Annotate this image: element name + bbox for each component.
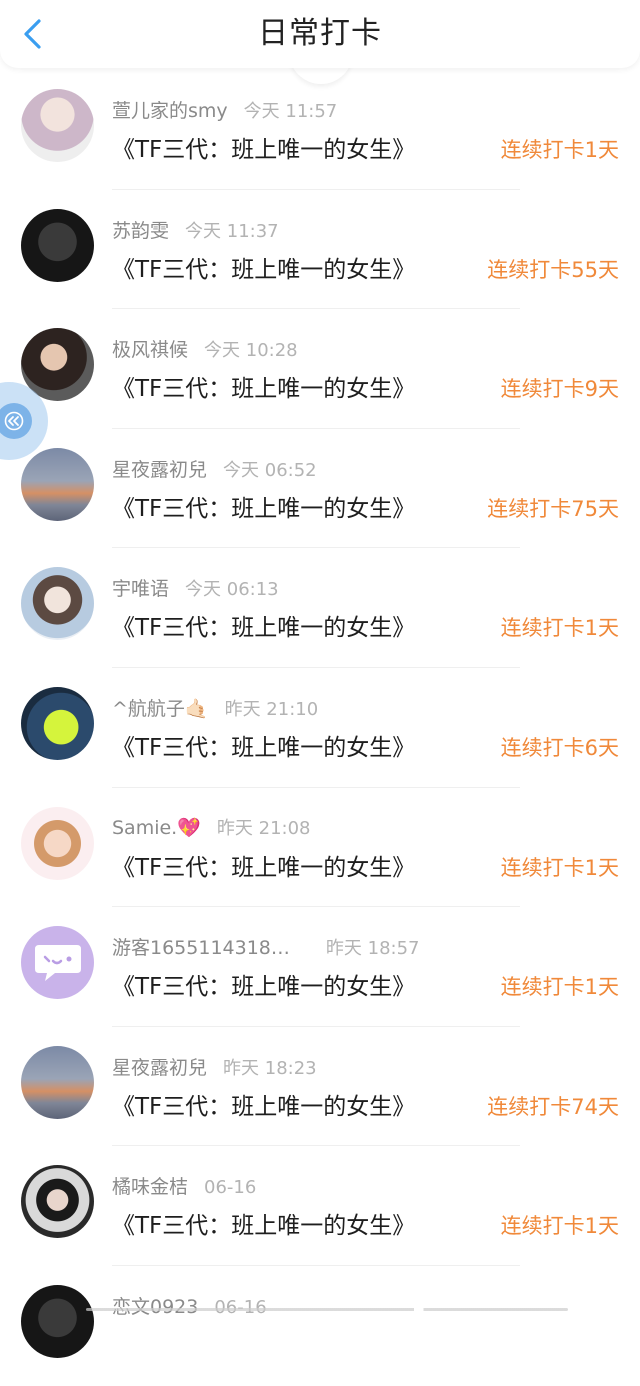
book-title[interactable]: 《TF三代：班上唯一的女生》 — [112, 489, 415, 523]
avatar[interactable] — [21, 926, 94, 1000]
horizontal-scrollbar[interactable] — [86, 1308, 568, 1311]
checkin-time: 今天 11:37 — [185, 220, 279, 242]
floating-collapse-inner — [0, 403, 32, 439]
avatar[interactable] — [21, 1165, 94, 1239]
avatar[interactable] — [21, 89, 94, 162]
avatar[interactable] — [21, 686, 94, 760]
book-title[interactable]: 《TF三代：班上唯一的女生》 — [112, 608, 415, 642]
streak-count: 连续打卡55天 — [487, 257, 619, 282]
avatar[interactable] — [21, 447, 94, 521]
user-name[interactable]: 橘味金桔 06-16 — [112, 1172, 256, 1199]
avatar[interactable] — [21, 1284, 94, 1358]
checkin-time: 今天 06:52 — [223, 459, 317, 481]
user-name[interactable]: 萱儿家的smy 今天 11:57 — [112, 96, 337, 123]
page-title: 日常打卡 — [258, 16, 382, 51]
book-title[interactable]: 《TF三代：班上唯一的女生》 — [112, 1087, 415, 1121]
header-bar: 日常打卡 — [0, 0, 640, 68]
list-item[interactable]: 橘味金桔 06-16 《TF三代：班上唯一的女生》 连续打卡1天 — [0, 1146, 640, 1266]
user-name[interactable]: 宇唯语 今天 06:13 — [112, 574, 279, 601]
list-item[interactable]: Samie.💖 昨天 21:08 《TF三代：班上唯一的女生》 连续打卡1天 — [0, 788, 640, 908]
list-item[interactable]: 极风祺候 今天 10:28 《TF三代：班上唯一的女生》 连续打卡9天 — [0, 309, 640, 429]
streak-count: 连续打卡1天 — [500, 1214, 619, 1239]
streak-count: 连续打卡1天 — [500, 616, 619, 641]
book-title[interactable]: 《TF三代：班上唯一的女生》 — [112, 848, 415, 882]
streak-count: 连续打卡74天 — [487, 1094, 619, 1119]
user-name[interactable]: ^航航子🤙🏻 昨天 21:10 — [112, 694, 318, 721]
streak-count: 连续打卡1天 — [500, 975, 619, 1000]
user-name[interactable]: 星夜露初兒 昨天 18:23 — [112, 1053, 317, 1080]
book-title[interactable]: 《TF三代：班上唯一的女生》 — [112, 250, 415, 284]
user-name[interactable]: Samie.💖 昨天 21:08 — [112, 814, 311, 840]
book-title[interactable]: 《TF三代：班上唯一的女生》 — [112, 130, 415, 164]
list-item[interactable]: 恋文092306-16 — [0, 1266, 640, 1386]
streak-count: 连续打卡9天 — [500, 377, 619, 402]
list-item[interactable]: ^航航子🤙🏻 昨天 21:10 《TF三代：班上唯一的女生》 连续打卡6天 — [0, 668, 640, 788]
avatar[interactable] — [21, 567, 94, 641]
chat-bubble-icon — [34, 944, 81, 981]
list-item[interactable]: 游客1655114318… 昨天 18:57 《TF三代：班上唯一的女生》 连续打… — [0, 907, 640, 1027]
book-title[interactable]: 《TF三代：班上唯一的女生》 — [112, 1206, 415, 1240]
book-title[interactable]: 《TF三代：班上唯一的女生》 — [112, 967, 415, 1001]
checkin-time: 今天 06:13 — [185, 579, 279, 601]
list-item[interactable]: 萱儿家的smy 今天 11:57 《TF三代：班上唯一的女生》 连续打卡1天 — [0, 70, 640, 190]
streak-count: 连续打卡1天 — [500, 855, 619, 880]
checkin-time: 昨天 21:10 — [224, 698, 319, 720]
checkin-time: 昨天 18:57 — [325, 938, 420, 960]
checkin-time: 06-16 — [204, 1177, 257, 1199]
list-item[interactable]: 星夜露初兒 今天 06:52 《TF三代：班上唯一的女生》 连续打卡75天 — [0, 429, 640, 549]
user-name[interactable]: 游客1655114318… 昨天 18:57 — [112, 933, 420, 960]
book-title[interactable]: 《TF三代：班上唯一的女生》 — [112, 728, 415, 762]
user-name[interactable]: 极风祺候 今天 10:28 — [112, 335, 298, 362]
user-name[interactable]: 星夜露初兒 今天 06:52 — [112, 455, 317, 482]
book-title[interactable]: 《TF三代：班上唯一的女生》 — [112, 369, 415, 403]
streak-count: 连续打卡75天 — [487, 496, 619, 521]
checkin-time: 昨天 21:08 — [216, 817, 311, 839]
checkin-time: 昨天 18:23 — [223, 1057, 317, 1079]
checkin-time: 今天 10:28 — [204, 340, 298, 362]
checkin-time: 今天 11:57 — [243, 101, 338, 122]
avatar[interactable] — [21, 208, 94, 282]
user-name[interactable]: 恋文092306-16 — [112, 1292, 267, 1319]
checkin-list: 萱儿家的smy 今天 11:57 《TF三代：班上唯一的女生》 连续打卡1天 苏韵… — [0, 70, 640, 1386]
user-name[interactable]: 苏韵雯 今天 11:37 — [112, 216, 279, 243]
avatar[interactable] — [21, 1045, 94, 1119]
streak-count: 连续打卡6天 — [500, 735, 619, 760]
list-item[interactable]: 宇唯语 今天 06:13 《TF三代：班上唯一的女生》 连续打卡1天 — [0, 548, 640, 668]
collapse-left-icon — [4, 411, 24, 431]
list-item[interactable]: 星夜露初兒 昨天 18:23 《TF三代：班上唯一的女生》 连续打卡74天 — [0, 1027, 640, 1147]
streak-count: 连续打卡1天 — [500, 138, 619, 162]
list-item[interactable]: 苏韵雯 今天 11:37 《TF三代：班上唯一的女生》 连续打卡55天 — [0, 190, 640, 310]
avatar[interactable] — [21, 806, 94, 880]
